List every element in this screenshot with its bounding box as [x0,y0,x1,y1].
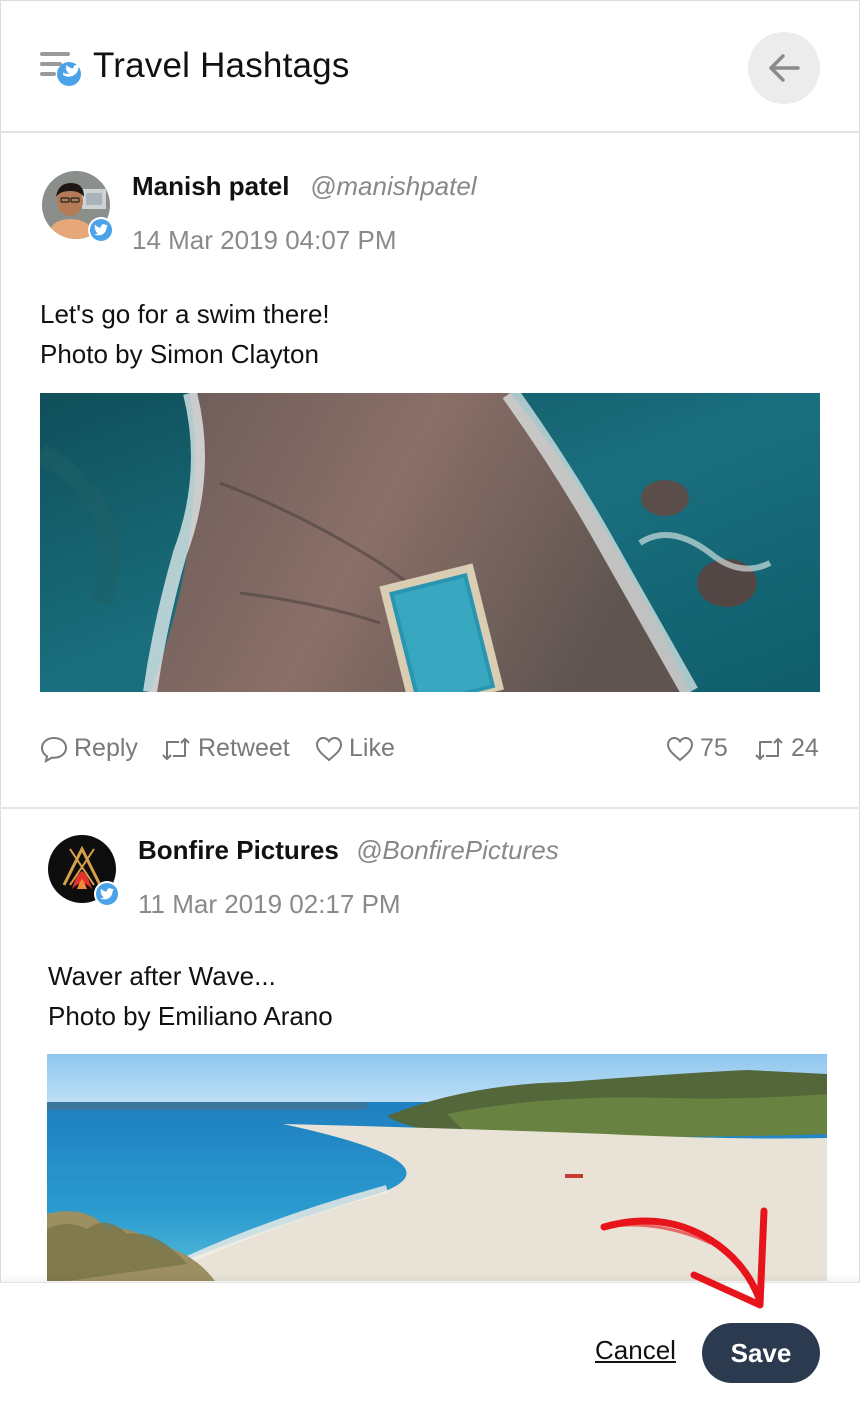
like-button[interactable]: Like [315,734,395,763]
like-label: Like [349,734,395,762]
back-button[interactable] [748,32,820,104]
retweet-button[interactable]: Retweet [160,734,290,763]
beach-coastline-photo[interactable] [47,1054,827,1281]
retweet-count-value: 24 [791,734,819,762]
header: Travel Hashtags [0,0,860,133]
author-handle[interactable]: @manishpatel [310,171,477,202]
heart-icon [666,736,694,761]
author-name[interactable]: Manish patel [132,171,289,202]
heart-icon [315,736,343,761]
aerial-rock-pool-photo[interactable] [40,393,820,692]
retweet-icon [162,737,190,760]
like-count: 75 [666,734,728,763]
tweet-text-line: Waver after Wave... [48,961,276,991]
tweet-date: 11 Mar 2019 02:17 PM [138,889,401,919]
tweet-date: 14 Mar 2019 04:07 PM [132,225,397,255]
tweet-card: Manish patel @manishpatel 14 Mar 2019 04… [0,135,860,809]
reply-label: Reply [74,734,138,762]
tweet-text-line: Photo by Emiliano Arano [48,1001,333,1031]
retweet-label: Retweet [198,734,290,762]
twitter-badge-icon [94,881,120,907]
tweet-card: Bonfire Pictures @BonfirePictures 11 Mar… [0,811,860,1281]
author-name[interactable]: Bonfire Pictures [138,835,339,866]
cancel-button[interactable]: Cancel [595,1335,676,1366]
avatar [48,835,120,907]
twitter-badge-icon [88,217,114,243]
like-count-value: 75 [700,734,728,762]
retweet-count: 24 [753,734,819,763]
reply-button[interactable]: Reply [40,734,138,763]
save-button[interactable]: Save [702,1323,820,1383]
tweet-actions: Reply Retweet Like 75 24 [40,734,820,770]
avatar [42,171,114,243]
footer-bar: Cancel Save [0,1282,860,1422]
page-title: Travel Hashtags [93,46,350,85]
author-handle[interactable]: @BonfirePictures [356,835,559,866]
tweet-text-line: Photo by Simon Clayton [40,339,319,369]
retweet-icon [755,737,783,760]
reply-icon [40,736,68,763]
twitter-feed-icon [40,48,84,88]
arrow-left-icon [769,54,800,82]
tweet-text-line: Let's go for a swim there! [40,299,330,329]
